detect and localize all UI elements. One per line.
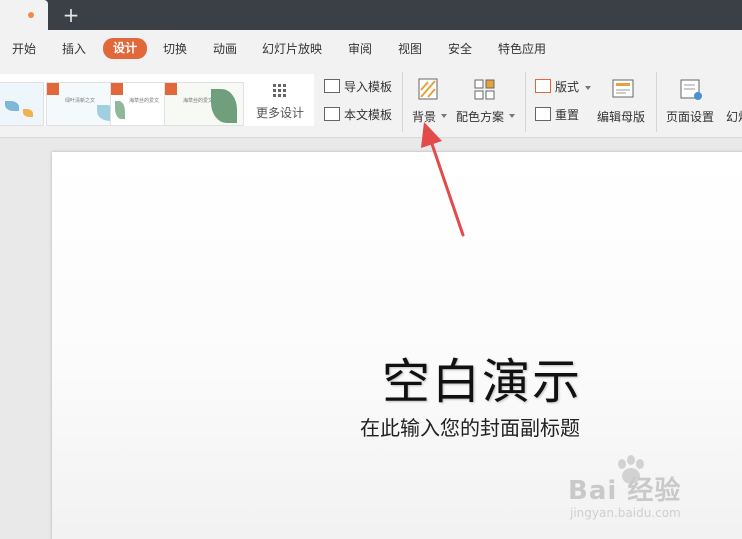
edit-master-label: 编辑母版 [597,110,646,124]
template-thumb-1[interactable] [0,82,44,126]
menu-insert[interactable]: 插入 [62,39,86,59]
unsaved-dot-icon [28,12,34,18]
slide-size-label: 幻灯 [726,110,742,124]
title-tab-bar: + [0,0,742,30]
decor-icon [5,101,19,111]
grid-icon [273,84,287,98]
background-label: 背景 [412,110,437,124]
color-scheme-icon [474,79,495,100]
import-template-button[interactable]: 导入模板 [324,78,392,95]
wps-window: + 开始 插入 设计 切换 动画 幻灯片放映 审阅 视图 安全 特色应用 绿叶清… [0,0,742,539]
slide-title[interactable]: 空白演示 [382,342,582,412]
page-setup-label: 页面设置 [666,110,715,124]
slide-subtitle[interactable]: 在此输入您的封面副标题 [360,412,580,441]
template-thumb-4[interactable]: 海草丝的爱文 [164,82,244,126]
baidu-watermark: Bai 经验 jingyan.baidu.com [568,455,738,528]
watermark-brand: Bai 经验 [568,476,682,506]
thumb-caption: 绿叶清新之文 [65,98,96,104]
menu-security[interactable]: 安全 [448,39,472,59]
thumb-caption: 海草丝的爱文 [129,98,160,104]
menu-special-apps[interactable]: 特色应用 [498,39,546,59]
slide-master-icon [612,79,634,98]
chevron-down-icon [509,114,515,118]
more-designs-label: 更多设计 [255,106,304,120]
this-doc-template-label: 本文模板 [344,108,393,122]
chevron-down-icon [441,114,447,118]
color-scheme-label: 配色方案 [456,110,505,124]
design-ribbon: 绿叶清新之文 海草丝的爱文 海草丝的爱文 更多设计 导入模板 本文模板 背景 配… [0,66,742,138]
new-tab-button[interactable]: + [60,2,82,28]
menu-animation[interactable]: 动画 [213,39,237,59]
this-doc-template-button[interactable]: 本文模板 [324,106,392,123]
edit-master-button[interactable]: 编辑母版 [597,74,649,130]
reset-button[interactable]: 重置 [535,106,579,123]
ribbon-divider [525,72,526,132]
template-badge-icon [111,83,123,95]
ribbon-divider [656,72,657,132]
layout-icon [535,79,551,93]
menu-view[interactable]: 视图 [398,39,422,59]
menu-bar: 开始 插入 设计 切换 动画 幻灯片放映 审阅 视图 安全 特色应用 [0,30,742,66]
reset-label: 重置 [555,108,580,122]
menu-transition[interactable]: 切换 [163,39,187,59]
template-badge-icon [165,83,177,95]
reset-icon [535,107,551,121]
template-icon [324,107,340,121]
leaf-icon [115,101,125,119]
chevron-down-icon [584,85,591,90]
menu-design[interactable]: 设计 [103,38,148,59]
menu-review[interactable]: 审阅 [348,39,372,59]
ribbon-divider [402,72,403,132]
template-icon [324,79,340,93]
template-badge-icon [47,83,59,95]
slide-size-button[interactable]: 幻灯 [726,108,742,125]
background-icon [418,78,438,100]
document-tab[interactable] [0,0,48,30]
background-button[interactable]: 背景 [410,74,447,130]
color-scheme-button[interactable]: 配色方案 [456,74,516,130]
decor-icon [23,109,33,117]
thumb-caption: 海草丝的爱文 [183,98,214,104]
import-template-label: 导入模板 [344,80,393,94]
leaf-icon [211,89,237,123]
watermark-url: jingyan.baidu.com [570,506,681,520]
more-designs-button[interactable]: 更多设计 [246,74,314,126]
menu-slideshow[interactable]: 幻灯片放映 [262,39,322,59]
layout-label: 版式 [555,80,580,94]
template-gallery: 绿叶清新之文 海草丝的爱文 海草丝的爱文 更多设计 [0,74,314,126]
page-setup-icon [680,79,702,100]
page-setup-button[interactable]: 页面设置 [666,74,718,130]
menu-home[interactable]: 开始 [12,39,36,59]
layout-button[interactable]: 版式 [535,78,591,95]
